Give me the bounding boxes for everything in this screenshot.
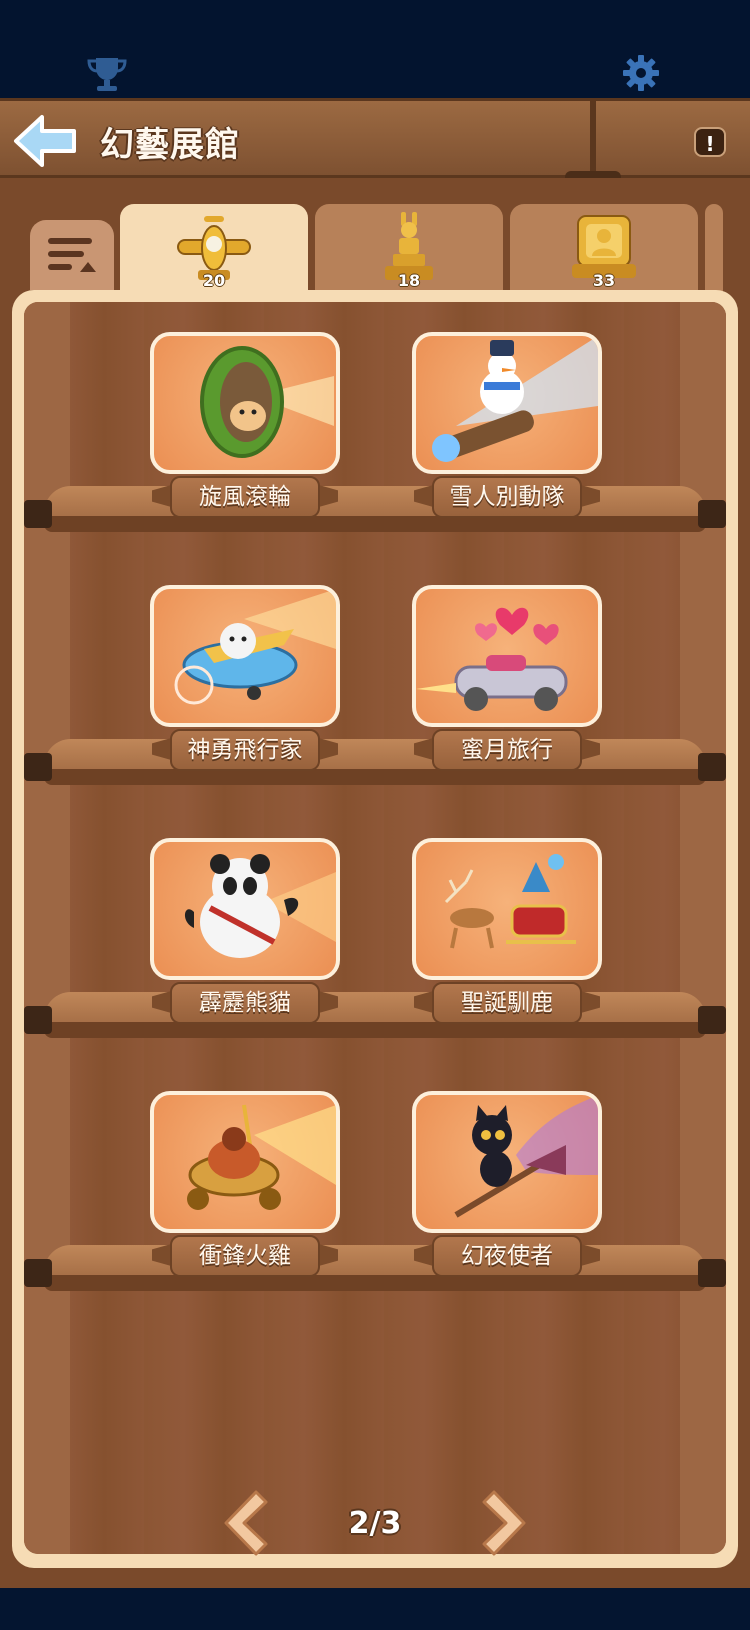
gallery-cabinet: 20 18 33 旋風滾輪 雪人別動隊 神勇飛行家 蜜月旅行 霹靂熊貓 聖誕馴鹿…: [0, 178, 750, 1588]
reindeer-sleigh-icon: [444, 854, 576, 949]
item-card[interactable]: 神勇飛行家: [150, 585, 340, 785]
display-frame: 旋風滾輪 雪人別動隊 神勇飛行家 蜜月旅行 霹靂熊貓 聖誕馴鹿 衝鋒火雞 幻夜使…: [12, 290, 738, 1568]
back-button[interactable]: [10, 111, 80, 171]
info-button[interactable]: !: [694, 127, 726, 157]
item-card[interactable]: 蜜月旅行: [412, 585, 602, 785]
item-label: 雪人別動隊: [449, 484, 565, 510]
snowman-rocket-icon: [432, 336, 598, 462]
sort-list-icon: [48, 238, 96, 272]
shelf-1: [24, 480, 726, 536]
page-indicator: 2/3: [348, 1506, 402, 1541]
shelf-2: [24, 733, 726, 789]
header-seam: [590, 101, 596, 175]
item-label: 蜜月旅行: [461, 737, 553, 763]
item-label: 衝鋒火雞: [199, 1243, 291, 1269]
turkey-cart-icon: [187, 1104, 336, 1210]
tab-airplanes[interactable]: 20: [120, 204, 308, 304]
tab-trophies[interactable]: 18: [315, 204, 503, 304]
item-card[interactable]: 旋風滾輪: [150, 332, 340, 532]
tab-count: 20: [202, 271, 226, 290]
item-label: 旋風滾輪: [199, 484, 291, 510]
sort-button[interactable]: [30, 220, 114, 290]
bottom-bar: [0, 1588, 750, 1630]
item-card[interactable]: 霹靂熊貓: [150, 838, 340, 1038]
item-card[interactable]: 聖誕馴鹿: [412, 838, 602, 1038]
item-card[interactable]: 幻夜使者: [412, 1091, 602, 1291]
item-label: 聖誕馴鹿: [461, 990, 553, 1016]
trophy-icon[interactable]: [86, 54, 128, 94]
chevron-left-icon[interactable]: [216, 1488, 272, 1558]
page-title: 幻藝展館: [100, 125, 240, 165]
shelf-4: [24, 1239, 726, 1295]
tab-portraits[interactable]: 33: [510, 204, 698, 304]
pager: 2/3: [0, 1488, 750, 1568]
header-bar: 幻藝展館 !: [0, 98, 750, 189]
shelf-3: [24, 986, 726, 1042]
chevron-right-icon[interactable]: [478, 1488, 534, 1558]
tab-count: 18: [397, 271, 421, 290]
panda-icon: [184, 854, 336, 958]
item-card[interactable]: 衝鋒火雞: [150, 1091, 340, 1291]
item-label: 霹靂熊貓: [199, 990, 291, 1016]
item-card[interactable]: 雪人別動隊: [412, 332, 602, 532]
tab-count: 33: [592, 271, 616, 290]
polar-bear-plane-icon: [174, 589, 336, 705]
black-cat-broom-icon: [454, 1095, 598, 1218]
gear-icon[interactable]: [622, 54, 660, 92]
tab-more[interactable]: [705, 204, 723, 304]
wheel-hamster-icon: [200, 346, 334, 458]
honeymoon-car-icon: [416, 607, 568, 711]
item-label: 幻夜使者: [461, 1243, 553, 1269]
shelf-area: 旋風滾輪 雪人別動隊 神勇飛行家 蜜月旅行 霹靂熊貓 聖誕馴鹿 衝鋒火雞 幻夜使…: [24, 302, 726, 1554]
item-label: 神勇飛行家: [187, 737, 303, 763]
status-bar: [0, 0, 750, 98]
